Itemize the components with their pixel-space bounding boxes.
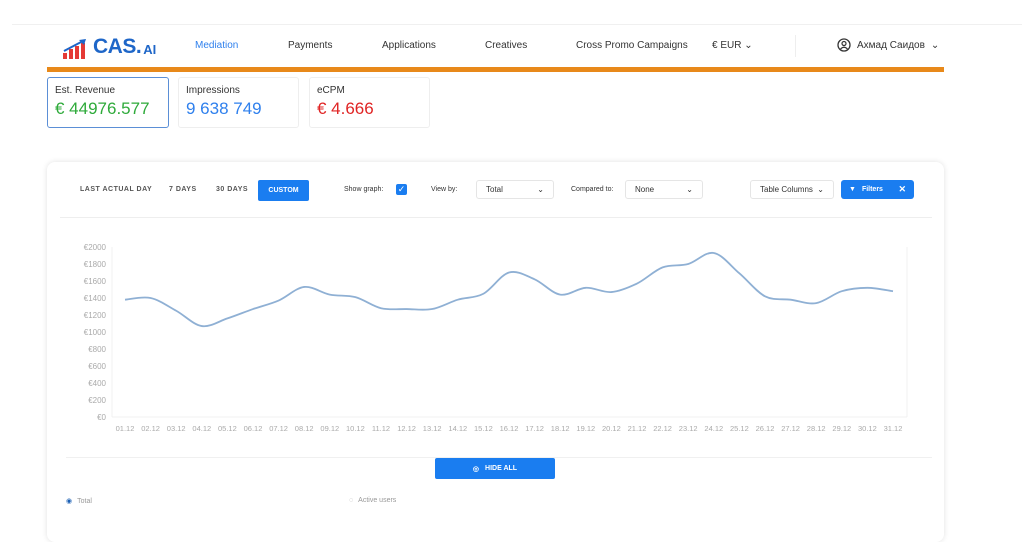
series-line	[125, 253, 893, 326]
x-tick-label: 11.12	[372, 424, 390, 433]
x-tick-label: 03.12	[167, 424, 186, 433]
eye-off-icon: ◎	[473, 465, 479, 473]
y-tick-label: €200	[88, 396, 106, 405]
legend-total[interactable]: ◉ Total	[66, 497, 92, 505]
y-tick-label: €1600	[84, 277, 107, 286]
x-tick-label: 10.12	[346, 424, 365, 433]
y-tick-label: €2000	[84, 243, 107, 252]
x-tick-label: 09.12	[320, 424, 339, 433]
x-tick-label: 12.12	[397, 424, 416, 433]
x-tick-label: 22.12	[653, 424, 672, 433]
eye-icon: ◉	[66, 497, 72, 505]
eye-off-icon: ◌	[349, 497, 353, 504]
x-tick-label: 26.12	[756, 424, 775, 433]
x-tick-label: 06.12	[244, 424, 263, 433]
x-tick-label: 21.12	[628, 424, 647, 433]
x-tick-label: 20.12	[602, 424, 621, 433]
y-tick-label: €1000	[84, 328, 107, 337]
x-tick-label: 19.12	[576, 424, 595, 433]
legend-label: Total	[77, 498, 92, 505]
x-tick-label: 05.12	[218, 424, 237, 433]
revenue-line-chart: €0 €200 €400 €600 €800 €1000 €1200 €1400 €1600 €1…	[0, 0, 1024, 450]
legend-active-users[interactable]: ◌ Active users	[349, 497, 396, 504]
x-tick-label: 04.12	[192, 424, 211, 433]
x-tick-label: 27.12	[781, 424, 800, 433]
x-tick-label: 30.12	[858, 424, 877, 433]
y-tick-label: €1800	[84, 260, 107, 269]
x-tick-label: 23.12	[679, 424, 698, 433]
y-tick-label: €600	[88, 362, 106, 371]
x-tick-label: 31.12	[884, 424, 903, 433]
y-tick-label: €400	[88, 379, 106, 388]
x-tick-label: 01.12	[116, 424, 135, 433]
x-tick-label: 02.12	[141, 424, 160, 433]
x-tick-label: 15.12	[474, 424, 493, 433]
hide-all-button[interactable]: ◎ HIDE ALL	[435, 458, 555, 479]
x-tick-label: 17.12	[525, 424, 544, 433]
x-tick-label: 08.12	[295, 424, 314, 433]
x-tick-label: 25.12	[730, 424, 749, 433]
y-tick-label: €0	[97, 413, 106, 422]
x-tick-label: 24.12	[704, 424, 723, 433]
x-tick-label: 13.12	[423, 424, 442, 433]
x-tick-label: 14.12	[448, 424, 467, 433]
y-tick-label: €1200	[84, 311, 107, 320]
y-tick-label: €1400	[84, 294, 107, 303]
x-tick-label: 16.12	[500, 424, 519, 433]
y-tick-label: €800	[88, 345, 106, 354]
x-tick-label: 29.12	[832, 424, 851, 433]
x-tick-label: 07.12	[269, 424, 288, 433]
x-tick-label: 28.12	[807, 424, 826, 433]
legend-label: Active users	[358, 497, 396, 504]
x-tick-label: 18.12	[551, 424, 570, 433]
hide-all-label: HIDE ALL	[485, 465, 517, 472]
